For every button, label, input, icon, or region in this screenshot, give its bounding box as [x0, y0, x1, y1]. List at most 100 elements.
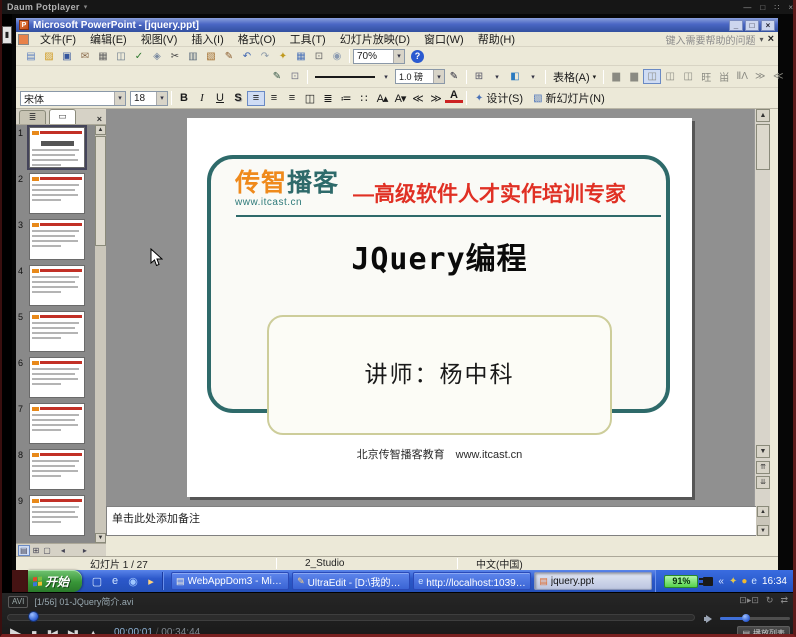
- scrollbar-thumb[interactable]: [95, 136, 106, 246]
- ie-icon[interactable]: e: [108, 575, 122, 587]
- insert-rows-icon[interactable]: 旺: [697, 69, 715, 84]
- design-button[interactable]: ✦ 设计(S): [470, 90, 528, 107]
- cut-icon[interactable]: ✂: [166, 49, 184, 64]
- prev-button[interactable]: ▮◀: [47, 628, 57, 637]
- msn-icon[interactable]: ◉: [126, 575, 140, 588]
- menu-item[interactable]: 插入(I): [184, 34, 230, 46]
- show-desktop-icon[interactable]: ▢: [90, 575, 104, 588]
- menu-item[interactable]: 窗口(W): [417, 34, 471, 46]
- paste-icon[interactable]: ▧: [202, 49, 220, 64]
- font-size-select[interactable]: 18 ▾: [130, 91, 168, 106]
- decrease-indent-icon[interactable]: ≪: [409, 91, 427, 106]
- seek-thumb[interactable]: [28, 611, 39, 622]
- print-preview-icon[interactable]: ◫: [112, 49, 130, 64]
- video-area[interactable]: P Microsoft PowerPoint - [jquery.ppt] _ …: [12, 14, 793, 592]
- taskbar-task[interactable]: ✎ UltraEdit - [D:\我的文档...: [292, 572, 410, 590]
- seek-bar[interactable]: [7, 614, 695, 621]
- split-cells-icon[interactable]: ▆: [625, 69, 643, 84]
- menu-item[interactable]: 帮助(H): [471, 34, 522, 46]
- player-maximize-button[interactable]: □: [760, 3, 765, 12]
- slide-thumbnail[interactable]: 3: [16, 217, 95, 263]
- player-menu-caret[interactable]: ▾: [84, 3, 88, 11]
- grow-font-icon[interactable]: A▴: [373, 91, 391, 106]
- print-icon[interactable]: ▦: [94, 49, 112, 64]
- notes-scrollbar[interactable]: ▲ ▼: [756, 506, 770, 536]
- expand-dialog-icon[interactable]: ⊡: [310, 49, 328, 64]
- ball-icon[interactable]: ●: [741, 576, 747, 587]
- menu-item[interactable]: 格式(O): [231, 34, 283, 46]
- loop-icon[interactable]: ↻: [766, 595, 774, 606]
- slide-thumbnail[interactable]: 8: [16, 447, 95, 493]
- chevron-down-icon[interactable]: ▾: [760, 35, 764, 44]
- undo-icon[interactable]: ↶: [238, 49, 256, 64]
- play-button[interactable]: ▶: [10, 624, 21, 637]
- color-scheme-icon[interactable]: ◉: [328, 49, 346, 64]
- taskbar-task[interactable]: e http://localhost:1039/练...: [413, 572, 531, 590]
- shrink-font-icon[interactable]: A▾: [391, 91, 409, 106]
- slide-sorter-button[interactable]: ⊞: [32, 546, 41, 555]
- tray-expand-icon[interactable]: «: [718, 576, 724, 587]
- playlist-button[interactable]: ▤ 播放列表: [737, 626, 790, 637]
- scroll-down-icon[interactable]: ▼: [757, 525, 769, 536]
- scroll-left-icon[interactable]: ◂: [60, 546, 66, 555]
- redo-icon[interactable]: ↷: [256, 49, 274, 64]
- center-vertical-icon[interactable]: ◫: [661, 69, 679, 84]
- ie-tray-icon[interactable]: e: [751, 576, 757, 587]
- docked-tab[interactable]: ▮: [2, 26, 12, 44]
- align-right-icon[interactable]: ≡: [283, 91, 301, 106]
- numbering-icon[interactable]: ≔: [337, 91, 355, 106]
- slide-thumbnail[interactable]: 6: [16, 355, 95, 401]
- chevron-down-icon[interactable]: ▾: [433, 70, 444, 83]
- scroll-up-icon[interactable]: ▲: [95, 125, 106, 135]
- columns-icon[interactable]: ◫: [301, 91, 319, 106]
- save-icon[interactable]: ▣: [58, 49, 76, 64]
- spelling-icon[interactable]: ✓: [130, 49, 148, 64]
- scroll-down-icon[interactable]: ▼: [95, 533, 106, 543]
- menu-item[interactable]: 编辑(E): [83, 34, 134, 46]
- chevron-down-icon[interactable]: ▾: [524, 69, 542, 84]
- tab-outline[interactable]: ≣: [19, 110, 46, 124]
- outside-border-icon[interactable]: ⊞: [470, 69, 488, 84]
- menu-item[interactable]: 文件(F): [33, 34, 83, 46]
- slide-thumbnail[interactable]: 1: [16, 125, 95, 171]
- align-top-icon[interactable]: ◫: [643, 69, 661, 84]
- slide-thumbnail[interactable]: 9: [16, 493, 95, 539]
- start-button[interactable]: 开始: [28, 570, 82, 592]
- line-spacing-icon[interactable]: ≣: [319, 91, 337, 106]
- border-color-icon[interactable]: ✎: [445, 69, 463, 84]
- font-name-select[interactable]: 宋体 ▾: [20, 91, 126, 106]
- table-menu-button[interactable]: 表格(A) ▾: [549, 68, 600, 85]
- copy-icon[interactable]: ▥: [184, 49, 202, 64]
- distribute-icon[interactable]: ⅡΛ: [733, 69, 751, 84]
- eraser-icon[interactable]: ⊡: [286, 69, 304, 84]
- scroll-up-icon[interactable]: ▲: [757, 506, 769, 517]
- chevron-down-icon[interactable]: ▾: [488, 69, 506, 84]
- slide-thumbnail[interactable]: 5: [16, 309, 95, 355]
- slideshow-button[interactable]: ▢: [42, 546, 52, 555]
- chevron-down-icon[interactable]: ▾: [114, 92, 125, 105]
- email-icon[interactable]: ✉: [76, 49, 94, 64]
- underline-icon[interactable]: U: [211, 91, 229, 106]
- volume-thumb[interactable]: [742, 614, 750, 622]
- new-icon[interactable]: ▤: [22, 49, 40, 64]
- scroll-down-icon[interactable]: ▼: [756, 445, 770, 458]
- scroll-right-icon[interactable]: ▸: [82, 546, 88, 555]
- font-color-icon[interactable]: A: [445, 91, 463, 103]
- panel-close-icon[interactable]: ×: [97, 114, 102, 124]
- eject-button[interactable]: ▲: [89, 628, 97, 637]
- battery-indicator[interactable]: 91%: [664, 575, 698, 588]
- border-weight-select[interactable]: 1.0 磅 ▾: [395, 69, 445, 84]
- fill-color-icon[interactable]: ◧: [506, 69, 524, 84]
- shadow-icon[interactable]: S: [229, 91, 247, 106]
- menu-item[interactable]: 幻灯片放映(D): [333, 34, 417, 46]
- slide-thumbnail[interactable]: 4: [16, 263, 95, 309]
- align-bottom-icon[interactable]: ◫: [679, 69, 697, 84]
- player-panel-button[interactable]: ∷: [774, 3, 779, 12]
- ppt-restore-button[interactable]: □: [745, 20, 759, 31]
- align-left-icon[interactable]: ≡: [247, 91, 265, 106]
- next-slide-button[interactable]: ⇊: [756, 476, 770, 489]
- volume-slider[interactable]: [720, 617, 790, 620]
- player-minimize-button[interactable]: —: [743, 3, 751, 12]
- help-icon[interactable]: ?: [411, 50, 424, 63]
- format-painter-icon[interactable]: ✎: [220, 49, 238, 64]
